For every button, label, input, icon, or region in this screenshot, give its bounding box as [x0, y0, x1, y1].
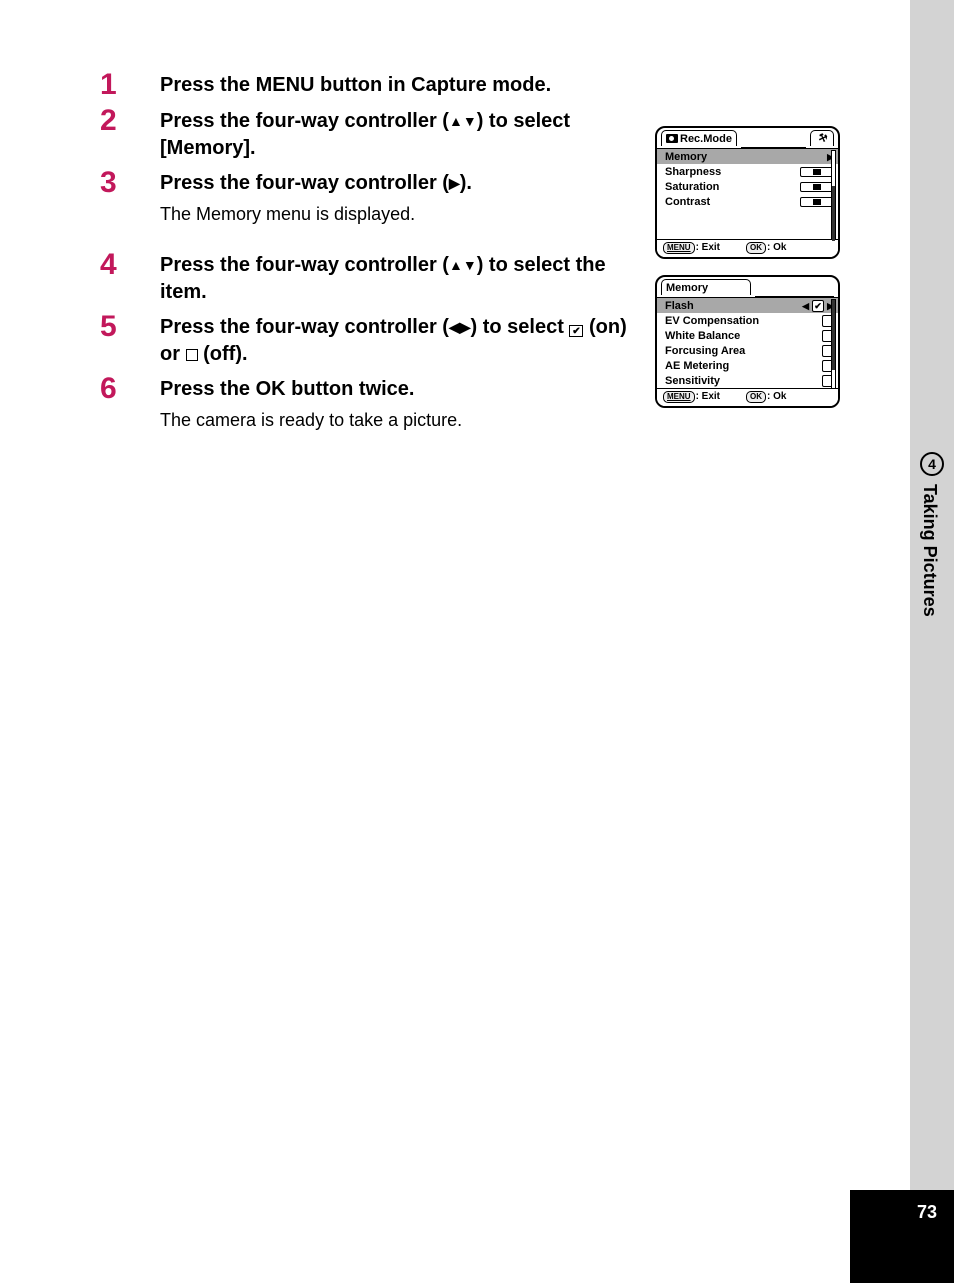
tab-setup-inactive: ⚒ — [810, 130, 834, 146]
menu-row-wb: White Balance — [657, 328, 838, 343]
lcd-screen-rec-mode: Rec.Mode ⚒ Memory ▶ Sharpness — [655, 126, 840, 259]
menu-row-empty — [657, 209, 838, 224]
scroll-thumb — [832, 300, 835, 370]
scrollbar — [831, 150, 836, 240]
up-down-icon: ▲▼ — [449, 112, 477, 131]
step-number: 1 — [100, 70, 160, 100]
step-number: 4 — [100, 250, 160, 280]
step-title: Press the four-way controller (▶). — [160, 170, 640, 197]
page-sidebar: 4 Taking Pictures 73 — [850, 0, 954, 1283]
step-number: 6 — [100, 374, 160, 404]
checkbox-on-icon: ✔ — [812, 300, 824, 312]
menu-row-ev: EV Compensation — [657, 313, 838, 328]
step-description: The camera is ready to take a picture. — [160, 407, 640, 434]
tab-rec-mode: Rec.Mode — [661, 130, 737, 146]
checkbox-on-icon: ✔ — [569, 325, 583, 337]
step-title: Press the four-way controller (▲▼) to se… — [160, 108, 640, 162]
menu-row-sens: Sensitivity — [657, 373, 838, 388]
up-down-icon: ▲▼ — [449, 256, 477, 275]
chapter-number-badge: 4 — [920, 452, 944, 476]
step-title: Press the four-way controller (◀▶) to se… — [160, 314, 640, 368]
instruction-content: 1 Press the MENU button in Capture mode.… — [100, 70, 840, 434]
step-number: 5 — [100, 312, 160, 342]
scrollbar — [831, 299, 836, 389]
menu-row-contrast: Contrast — [657, 194, 838, 209]
chapter-title: Taking Pictures — [919, 484, 940, 617]
setup-icon: ⚒ — [816, 132, 828, 145]
step-description: The Memory menu is displayed. — [160, 201, 640, 228]
left-arrow-icon: ◀ — [802, 301, 809, 312]
footer-ok: OK: Ok — [746, 242, 786, 254]
step-1: 1 Press the MENU button in Capture mode. — [100, 70, 840, 100]
footer-ok: OK: Ok — [746, 391, 786, 403]
step-number: 3 — [100, 168, 160, 198]
menu-row-empty — [657, 224, 838, 239]
camera-icon — [666, 134, 678, 143]
slider-icon — [800, 197, 834, 207]
menu-row-ae: AE Metering — [657, 358, 838, 373]
step-title: Press the four-way controller (▲▼) to se… — [160, 252, 640, 306]
menu-row-saturation: Saturation — [657, 179, 838, 194]
step-title: Press the OK button twice. — [160, 376, 640, 403]
menu-row-memory: Memory ▶ — [657, 149, 838, 164]
footer-menu-exit: MENU: Exit — [663, 242, 720, 254]
scroll-thumb — [832, 186, 835, 241]
menu-row-flash: Flash ◀ ✔ ▶ — [657, 298, 838, 313]
left-right-icon: ◀▶ — [449, 318, 471, 337]
step-number: 2 — [100, 106, 160, 136]
menu-row-sharpness: Sharpness — [657, 164, 838, 179]
reference-screens: Rec.Mode ⚒ Memory ▶ Sharpness — [655, 126, 840, 424]
tab-memory: Memory — [661, 279, 751, 295]
footer-menu-exit: MENU: Exit — [663, 391, 720, 403]
slider-icon — [800, 182, 834, 192]
page-number: 73 — [900, 1190, 954, 1223]
lcd-screen-memory: Memory Flash ◀ ✔ ▶ EV Compensation — [655, 275, 840, 408]
slider-icon — [800, 167, 834, 177]
right-icon: ▶ — [449, 174, 460, 193]
menu-row-focus: Forcusing Area — [657, 343, 838, 358]
page-footer-block: 73 — [850, 1190, 954, 1283]
step-title: Press the MENU button in Capture mode. — [160, 72, 640, 99]
checkbox-off-icon — [186, 349, 198, 361]
